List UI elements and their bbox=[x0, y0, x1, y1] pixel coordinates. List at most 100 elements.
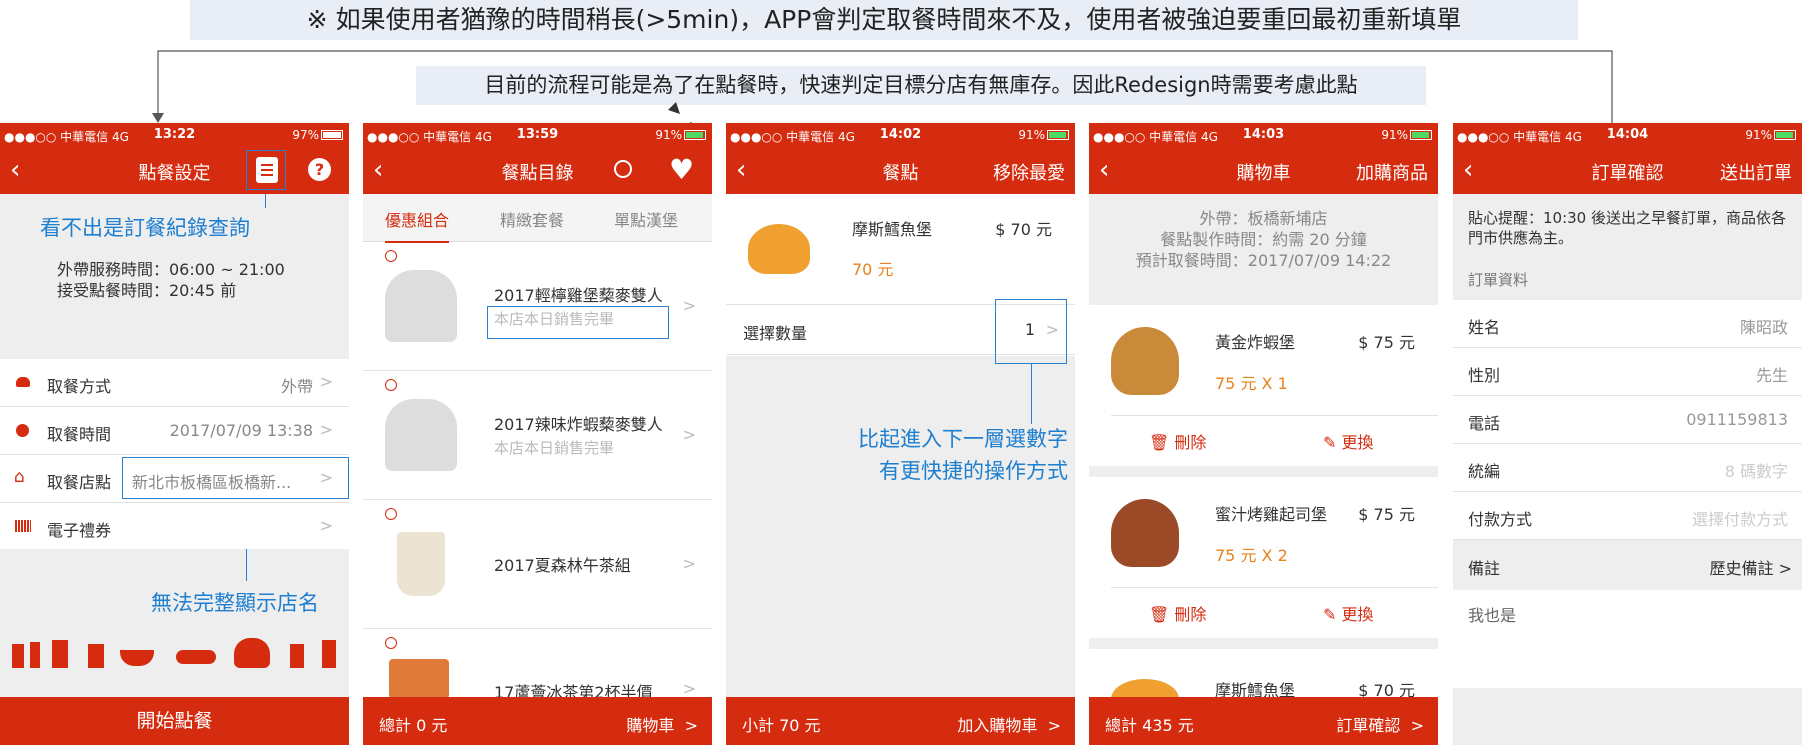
remove-favorite-button[interactable]: 移除最愛 bbox=[993, 159, 1065, 185]
total-label: 總計 435 元 bbox=[1105, 716, 1194, 735]
remark-history-label: 歷史備註 bbox=[1709, 559, 1774, 578]
field-payment[interactable]: 付款方式 選擇付款方式 bbox=[1453, 492, 1802, 540]
delete-button[interactable]: 🗑︎ 刪除 bbox=[1149, 601, 1206, 625]
list-item[interactable]: 2017辣味炸蝦蔾麥雙人 本店本日銷售完畢 > bbox=[363, 371, 712, 500]
clock-icon bbox=[16, 424, 29, 437]
reminder-panel: 貼心提醒：10:30 後送出之早餐訂單，商品依各門市供應為主。 訂單資料 bbox=[1453, 194, 1802, 300]
remark-history-link[interactable]: 歷史備註 > bbox=[1709, 555, 1792, 579]
nav-bar: ‹ 餐點目錄 ♥ bbox=[363, 147, 712, 194]
field-name[interactable]: 姓名 陳昭政 bbox=[1453, 300, 1802, 348]
item-name: 黃金炸蝦堡 bbox=[1215, 333, 1296, 352]
remark-input[interactable]: 我也是 bbox=[1453, 590, 1802, 684]
barcode-icon bbox=[15, 520, 31, 532]
item-quantity: 75 元 X 1 bbox=[1215, 374, 1288, 393]
status-bar: ●●●○○ 中華電信 4G 14:02 91% bbox=[726, 123, 1075, 147]
row-label: 電子禮券 bbox=[47, 521, 112, 540]
order-confirm-label: 訂單確認 bbox=[1336, 716, 1401, 735]
row-label: 取餐時間 bbox=[47, 425, 112, 444]
chevron-right-icon: > bbox=[682, 554, 696, 573]
product-image bbox=[1111, 327, 1179, 395]
help-icon[interactable]: ? bbox=[308, 158, 331, 181]
tab-burgers[interactable]: 單點漢堡 bbox=[614, 207, 678, 231]
remark-text: 我也是 bbox=[1468, 606, 1517, 625]
pickup-store: 外帶：板橋新埔店 bbox=[1199, 209, 1328, 228]
tab-combos[interactable]: 優惠組合 bbox=[385, 207, 450, 243]
annotation-store: 無法完整顯示店名 bbox=[151, 591, 319, 615]
screen-cart: ●●●○○ 中華電信 4G 14:03 91% ‹ 購物車 加購商品 外帶：板橋… bbox=[1089, 123, 1438, 745]
search-icon[interactable] bbox=[614, 160, 632, 178]
submit-order-button[interactable]: 送出訂單 bbox=[1720, 159, 1792, 185]
nav-bar: ‹ 購物車 加購商品 bbox=[1089, 147, 1438, 194]
list-item[interactable]: 2017夏森林午茶組 > bbox=[363, 500, 712, 629]
bottom-bar: 總計 435 元 訂單確認 > bbox=[1089, 697, 1438, 745]
delete-button[interactable]: 🗑︎ 刪除 bbox=[1149, 429, 1206, 453]
item-name: 摩斯鱈魚堡 bbox=[852, 220, 933, 239]
row-e-voucher[interactable]: 電子禮券 > bbox=[0, 503, 349, 551]
remark-header: 備註 歷史備註 > bbox=[1453, 540, 1802, 590]
prep-time: 餐點製作時間：約需 20 分鐘 bbox=[1160, 230, 1367, 249]
field-value: 0911159813 bbox=[1686, 410, 1788, 429]
field-gender[interactable]: 性別 先生 bbox=[1453, 348, 1802, 396]
highlight-quantity bbox=[995, 299, 1067, 364]
delete-label: 刪除 bbox=[1174, 605, 1207, 624]
burger-icon bbox=[16, 377, 30, 387]
delete-label: 刪除 bbox=[1174, 433, 1207, 452]
row-pickup-method[interactable]: 取餐方式 外帶 > bbox=[0, 359, 349, 407]
order-confirm-button[interactable]: 訂單確認 > bbox=[1336, 712, 1424, 736]
tab-set-meals[interactable]: 精緻套餐 bbox=[500, 207, 564, 231]
annotation-record: 看不出是訂餐紀錄查詢 bbox=[40, 216, 250, 240]
divider bbox=[1089, 466, 1438, 477]
bottom-bar: 小計 70 元 加入購物車 > bbox=[726, 697, 1075, 745]
battery-percent: 91% bbox=[1745, 128, 1772, 142]
chevron-right-icon: > bbox=[319, 372, 333, 391]
screen-order-confirm: ●●●○○ 中華電信 4G 14:04 91% ‹ 訂單確認 送出訂單 貼心提醒… bbox=[1453, 123, 1802, 745]
footer-area bbox=[1453, 688, 1802, 745]
item-price: $ 75 元 bbox=[1358, 333, 1415, 352]
replace-label: 更換 bbox=[1341, 605, 1374, 624]
field-label: 付款方式 bbox=[1468, 510, 1533, 529]
item-name: 2017辣味炸蝦蔾麥雙人 bbox=[494, 415, 663, 434]
replace-button[interactable]: ✎ 更換 bbox=[1323, 601, 1374, 625]
field-value: 陳昭政 bbox=[1739, 318, 1788, 337]
info-panel: 看不出是訂餐紀錄查詢 外帶服務時間：06:00 ~ 21:00 接受點餐時間：2… bbox=[0, 194, 349, 359]
reminder-text: 貼心提醒：10:30 後送出之早餐訂單，商品依各門市供應為主。 bbox=[1468, 209, 1786, 247]
product-image bbox=[389, 659, 449, 699]
nav-bar: ‹ 點餐設定 ? bbox=[0, 147, 349, 194]
food-illustration bbox=[8, 634, 343, 672]
battery-icon bbox=[1410, 130, 1432, 140]
annotation-connectors bbox=[152, 50, 1613, 125]
chevron-right-icon: > bbox=[682, 296, 696, 315]
home-icon: ⌂ bbox=[14, 467, 25, 487]
add-to-cart-button[interactable]: 加入購物車 > bbox=[957, 712, 1061, 736]
add-to-cart-label: 加入購物車 bbox=[957, 716, 1038, 735]
heart-icon[interactable]: ♥ bbox=[669, 153, 694, 186]
field-label: 性別 bbox=[1468, 366, 1501, 385]
start-order-button[interactable]: 開始點餐 bbox=[0, 697, 349, 745]
field-tax-id[interactable]: 統編 8 碼數字 bbox=[1453, 444, 1802, 492]
screen-menu: ●●●○○ 中華電信 4G 13:59 91% ‹ 餐點目錄 ♥ 優惠組合 精緻… bbox=[363, 123, 712, 745]
cart-button[interactable]: 購物車 > bbox=[626, 712, 698, 736]
pickup-time: 預計取餐時間：2017/07/09 14:22 bbox=[1135, 251, 1392, 270]
zoom-icon bbox=[385, 508, 397, 520]
field-value: 先生 bbox=[1755, 366, 1788, 385]
settings-list: 取餐方式 外帶 > 取餐時間 2017/07/09 13:38 > ⌂ 取餐店點… bbox=[0, 359, 349, 551]
bottom-bar: 總計 0 元 購物車 > bbox=[363, 697, 712, 745]
row-pickup-time[interactable]: 取餐時間 2017/07/09 13:38 > bbox=[0, 407, 349, 455]
annotation-quantity-2: 有更快捷的操作方式 bbox=[879, 459, 1068, 483]
zoom-icon bbox=[385, 637, 397, 649]
row-value: 外帶 bbox=[280, 377, 313, 396]
item-status: 本店本日銷售完畢 bbox=[494, 439, 615, 457]
add-more-button[interactable]: 加購商品 bbox=[1356, 159, 1428, 185]
item-price: $ 70 元 bbox=[995, 220, 1052, 239]
replace-button[interactable]: ✎ 更換 bbox=[1323, 429, 1374, 453]
cart-item: 蜜汁烤雞起司堡 $ 75 元 75 元 X 2 🗑︎ 刪除 ✎ 更換 bbox=[1089, 477, 1438, 638]
chevron-right-icon: > bbox=[319, 516, 333, 535]
screen-item-detail: ●●●○○ 中華電信 4G 14:02 91% ‹ 餐點 移除最愛 摩斯鱈魚堡 … bbox=[726, 123, 1075, 745]
order-deadline: 接受點餐時間：20:45 前 bbox=[57, 281, 237, 300]
zoom-icon bbox=[385, 250, 397, 262]
row-label: 取餐方式 bbox=[47, 377, 112, 396]
page-title: 餐點目錄 bbox=[501, 163, 574, 184]
battery-icon bbox=[1774, 130, 1796, 140]
battery-icon bbox=[1047, 130, 1069, 140]
field-phone[interactable]: 電話 0911159813 bbox=[1453, 396, 1802, 444]
